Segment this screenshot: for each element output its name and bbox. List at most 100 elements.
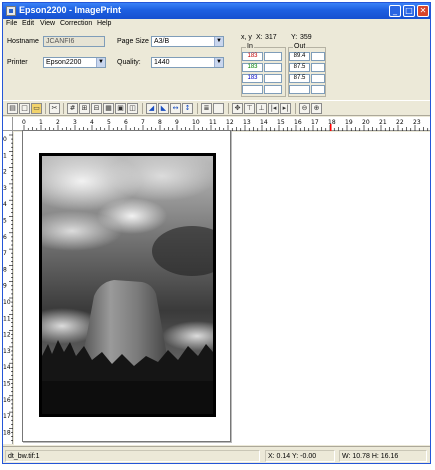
title-bar[interactable]: Epson2200 - ImagePrint _ □ ✕ bbox=[3, 3, 430, 19]
status-position: X: 0.14 Y: -0.00 bbox=[265, 450, 335, 462]
first-page-icon[interactable]: |◂ bbox=[268, 103, 279, 114]
hostname-field: JCANFI6 bbox=[43, 36, 105, 47]
ruler-number: 8 bbox=[3, 266, 7, 273]
in-value-blue: 183 bbox=[242, 74, 263, 83]
in-aux-box bbox=[264, 85, 282, 94]
zoom-out-icon[interactable]: ⊖ bbox=[299, 103, 310, 114]
ruler-number: 3 bbox=[73, 119, 77, 126]
grid-one-icon[interactable]: # bbox=[67, 103, 78, 114]
print-icon[interactable]: ▤ bbox=[7, 103, 18, 114]
ruler-number: 19 bbox=[345, 119, 353, 126]
ruler-number: 1 bbox=[39, 119, 43, 126]
menu-view[interactable]: View bbox=[40, 20, 55, 27]
ruler-number: 17 bbox=[311, 119, 319, 126]
last-page-icon[interactable]: ▸| bbox=[280, 103, 291, 114]
xy-label: x, y bbox=[241, 34, 252, 41]
x-value: 317 bbox=[265, 34, 277, 41]
ruler-number: 0 bbox=[22, 119, 26, 126]
toolbar-separator bbox=[63, 103, 64, 114]
photo-image[interactable] bbox=[39, 153, 216, 417]
ruler-number: 15 bbox=[3, 381, 11, 388]
status-filename: dt_bw.tif:1 bbox=[5, 450, 260, 462]
ruler-number: 6 bbox=[3, 234, 7, 241]
blank-tool[interactable] bbox=[213, 103, 224, 114]
ruler-number: 11 bbox=[209, 119, 217, 126]
menu-bar: File Edit View Correction Help bbox=[3, 19, 430, 31]
in-aux-box bbox=[264, 63, 282, 72]
center-icon[interactable]: ≣ bbox=[201, 103, 212, 114]
toolbar-separator bbox=[295, 103, 296, 114]
page-size-value: A3/B bbox=[154, 38, 170, 45]
tile-icon[interactable]: ▦ bbox=[103, 103, 114, 114]
open-icon[interactable]: ▭ bbox=[31, 103, 42, 114]
crop-icon[interactable]: ✥ bbox=[232, 103, 243, 114]
close-button[interactable]: ✕ bbox=[417, 5, 429, 17]
frame-icon[interactable]: ◫ bbox=[127, 103, 138, 114]
ruler-number: 21 bbox=[379, 119, 387, 126]
align-bottom-icon[interactable]: ⊥ bbox=[256, 103, 267, 114]
flip-vertical-icon[interactable]: ↕ bbox=[182, 103, 193, 114]
align-right-icon[interactable]: ◣ bbox=[158, 103, 169, 114]
menu-correction[interactable]: Correction bbox=[60, 20, 92, 27]
ruler-number: 4 bbox=[3, 201, 7, 208]
ruler-number: 11 bbox=[3, 315, 11, 322]
ruler-number: 6 bbox=[124, 119, 128, 126]
app-icon bbox=[6, 6, 16, 16]
toolbar-separator bbox=[197, 103, 198, 114]
menu-edit[interactable]: Edit bbox=[22, 20, 34, 27]
ruler-number: 16 bbox=[294, 119, 302, 126]
ruler-number: 8 bbox=[158, 119, 162, 126]
grid-many-icon[interactable]: ⊞ bbox=[79, 103, 90, 114]
flip-horizontal-icon[interactable]: ↔ bbox=[170, 103, 181, 114]
print-page[interactable] bbox=[22, 130, 231, 442]
toolbar: ▤ □ ▭ ✂ # ⊞ ⊟ ▦ ▣ ◫ ◢ ◣ ↔ ↕ ≣ ✥ ⊤ ⊥ |◂ ▸… bbox=[3, 100, 430, 116]
chevron-down-icon[interactable]: ▼ bbox=[96, 58, 105, 67]
ruler-number: 18 bbox=[3, 429, 11, 436]
quality-select[interactable]: 1440 ▼ bbox=[151, 57, 224, 68]
horizontal-ruler[interactable]: 0123456789101112131415161718192021222324 bbox=[13, 117, 431, 131]
status-size: W: 10.78 H: 16.16 bbox=[339, 450, 427, 462]
new-icon[interactable]: □ bbox=[19, 103, 30, 114]
grid-four-icon[interactable]: ⊟ bbox=[91, 103, 102, 114]
toolbar-separator bbox=[45, 103, 46, 114]
zoom-in-icon[interactable]: ⊕ bbox=[311, 103, 322, 114]
menu-file[interactable]: File bbox=[6, 20, 17, 27]
toolbar-separator bbox=[228, 103, 229, 114]
ruler-number: 9 bbox=[3, 283, 7, 290]
ruler-number: 10 bbox=[3, 299, 11, 306]
align-top-icon[interactable]: ⊤ bbox=[244, 103, 255, 114]
ruler-number: 12 bbox=[3, 332, 11, 339]
cut-icon[interactable]: ✂ bbox=[49, 103, 60, 114]
ruler-number: 3 bbox=[3, 185, 7, 192]
ruler-number: 24 bbox=[430, 119, 431, 126]
ruler-number: 17 bbox=[3, 413, 11, 420]
print-canvas[interactable] bbox=[14, 130, 430, 445]
vertical-ruler-scale: 012345678910111213141516171819 bbox=[3, 134, 13, 458]
printer-select[interactable]: Epson2200 ▼ bbox=[43, 57, 106, 68]
ruler-number: 7 bbox=[3, 250, 7, 257]
ruler-number: 16 bbox=[3, 397, 11, 404]
ruler-number: 2 bbox=[3, 169, 7, 176]
align-left-icon[interactable]: ◢ bbox=[146, 103, 157, 114]
in-aux-box bbox=[264, 74, 282, 83]
ruler-number: 7 bbox=[141, 119, 145, 126]
page-size-select[interactable]: A3/B ▼ bbox=[151, 36, 224, 47]
ruler-number: 5 bbox=[3, 218, 7, 225]
chevron-down-icon[interactable]: ▼ bbox=[214, 58, 223, 67]
chevron-down-icon[interactable]: ▼ bbox=[214, 37, 223, 46]
ruler-number: 4 bbox=[90, 119, 94, 126]
ruler-number: 5 bbox=[107, 119, 111, 126]
out-aux-box bbox=[311, 63, 325, 72]
out-aux-box bbox=[311, 85, 325, 94]
fit-icon[interactable]: ▣ bbox=[115, 103, 126, 114]
horizontal-ruler-scale: 0123456789101112131415161718192021222324 bbox=[22, 119, 431, 131]
ruler-number: 15 bbox=[277, 119, 285, 126]
out-value-2: 87.5 bbox=[289, 63, 310, 72]
minimize-button[interactable]: _ bbox=[389, 5, 401, 17]
ruler-number: 13 bbox=[243, 119, 251, 126]
maximize-button[interactable]: □ bbox=[403, 5, 415, 17]
y-label: Y: bbox=[291, 34, 298, 41]
in-value-extra bbox=[242, 85, 263, 94]
vertical-ruler[interactable]: 012345678910111213141516171819 bbox=[3, 131, 13, 458]
menu-help[interactable]: Help bbox=[97, 20, 111, 27]
